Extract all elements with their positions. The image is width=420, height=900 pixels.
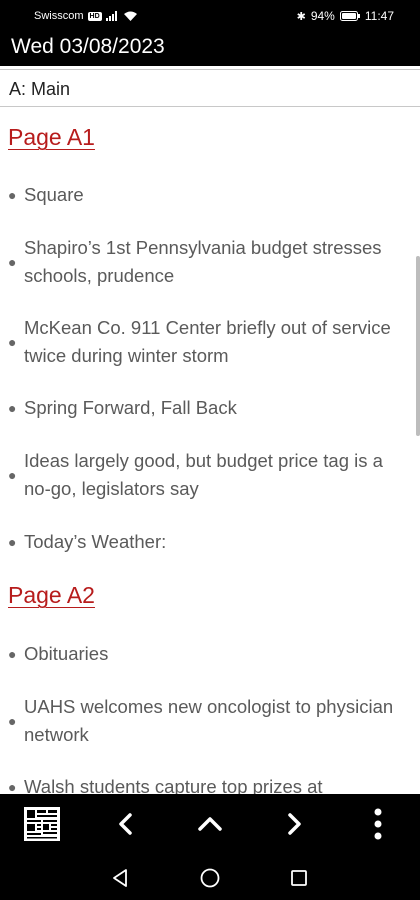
signal-icon <box>105 11 117 21</box>
section-header: A: Main <box>0 69 420 107</box>
list-item[interactable]: ● Today’s Weather: <box>8 528 400 556</box>
list-item[interactable]: ● UAHS welcomes new oncologist to physic… <box>8 693 400 749</box>
chevron-up-icon[interactable] <box>190 804 230 844</box>
article-title: Square <box>24 184 84 205</box>
bullet-icon: ● <box>8 779 17 794</box>
clock: 11:47 <box>364 9 394 23</box>
page-heading-a1[interactable]: Page A1 <box>8 124 95 151</box>
article-title: Obituaries <box>24 643 109 664</box>
list-item[interactable]: ● Spring Forward, Fall Back <box>8 394 400 422</box>
status-left: Swisscom HD <box>34 10 137 22</box>
list-item[interactable]: ● Walsh students capture top prizes at <box>8 773 400 794</box>
bullet-icon: ● <box>8 646 17 662</box>
bluetooth-icon: ✱ <box>296 10 306 23</box>
chevron-right-icon[interactable] <box>274 804 314 844</box>
article-title: Walsh students capture top prizes at <box>24 776 323 794</box>
bullet-icon: ● <box>8 467 17 483</box>
recents-icon[interactable] <box>279 858 319 898</box>
status-right: ✱ 94% 11:47 <box>297 9 394 23</box>
bullet-icon: ● <box>8 713 17 729</box>
article-title: Today’s Weather: <box>24 531 167 552</box>
bullet-icon: ● <box>8 400 17 416</box>
bullet-icon: ● <box>8 254 17 270</box>
article-list[interactable]: Page A1 ● Square ● Shapiro’s 1st Pennsyl… <box>0 106 420 794</box>
bullet-icon: ● <box>8 534 17 550</box>
article-title: Ideas largely good, but budget price tag… <box>24 450 383 499</box>
article-title: McKean Co. 911 Center briefly out of ser… <box>24 317 391 366</box>
article-title: Shapiro’s 1st Pennsylvania budget stress… <box>24 237 382 286</box>
article-title: Spring Forward, Fall Back <box>24 397 237 418</box>
hd-badge: HD <box>87 11 102 21</box>
bottom-toolbar <box>0 794 420 856</box>
scrollbar-thumb[interactable] <box>416 256 420 436</box>
back-icon[interactable] <box>100 858 140 898</box>
list-item[interactable]: ● Shapiro’s 1st Pennsylvania budget stre… <box>8 234 400 290</box>
page-heading-a2[interactable]: Page A2 <box>8 582 95 609</box>
system-nav-bar <box>0 856 420 900</box>
edition-date[interactable]: Wed 03/08/2023 <box>11 35 165 59</box>
battery-icon <box>339 11 360 21</box>
more-vert-icon[interactable] <box>358 804 398 844</box>
article-title: UAHS welcomes new oncologist to physicia… <box>24 696 394 745</box>
bullet-icon: ● <box>8 334 17 350</box>
wifi-icon <box>123 11 137 21</box>
list-item[interactable]: ● Obituaries <box>8 640 400 668</box>
section-label: A: Main <box>9 79 71 99</box>
list-item[interactable]: ● Square <box>8 181 400 209</box>
newspaper-grid-icon[interactable] <box>22 804 62 844</box>
list-item[interactable]: ● McKean Co. 911 Center briefly out of s… <box>8 314 400 370</box>
list-item[interactable]: ● Ideas largely good, but budget price t… <box>8 447 400 503</box>
carrier-name: Swisscom <box>34 10 84 22</box>
battery-percent: 94% <box>310 9 335 23</box>
home-icon[interactable] <box>190 858 230 898</box>
bullet-icon: ● <box>8 187 17 203</box>
chevron-left-icon[interactable] <box>106 804 146 844</box>
app-bar: Wed 03/08/2023 <box>0 32 420 66</box>
status-bar: Swisscom HD ✱ 94% 11:47 <box>0 0 420 32</box>
